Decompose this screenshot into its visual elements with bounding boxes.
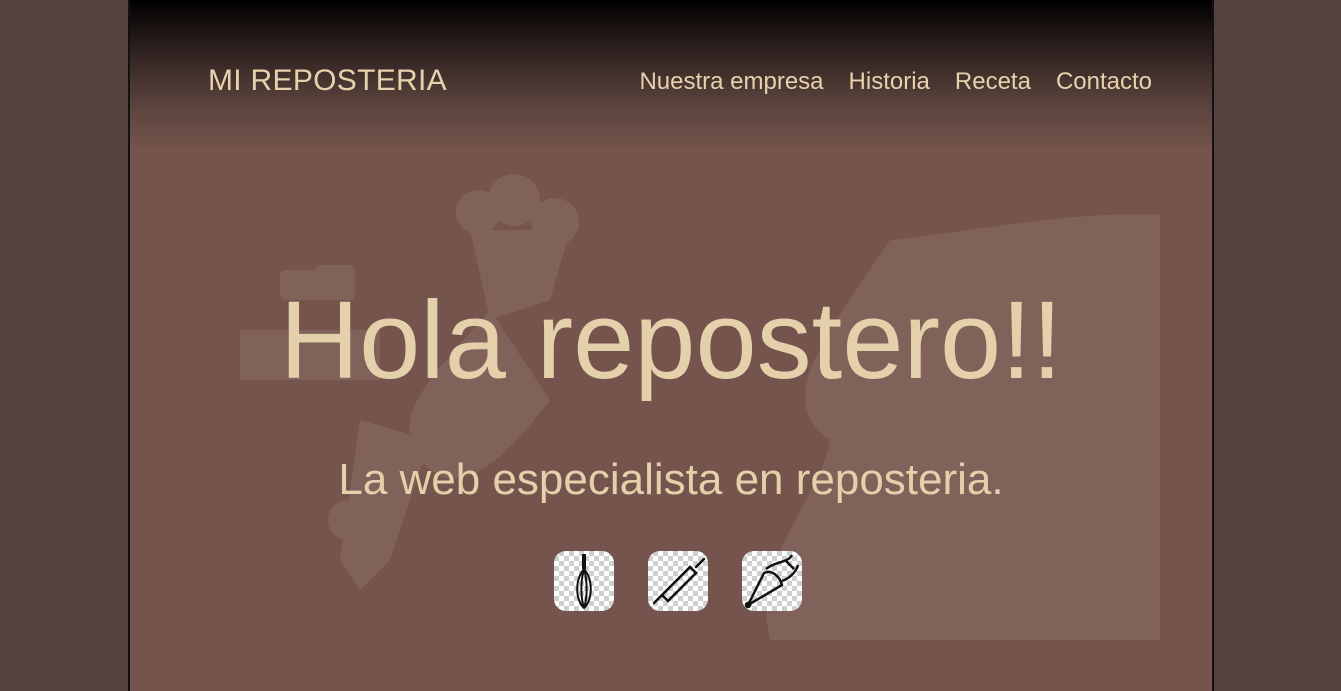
hero-subtitle: La web especialista en reposteria.	[338, 455, 1004, 504]
piping-bag-icon	[744, 554, 800, 609]
main-nav: Nuestra empresa Historia Receta Contacto	[639, 68, 1152, 96]
tool-icons-row	[554, 551, 802, 611]
page-container: MI REPOSTERIA Nuestra empresa Historia R…	[128, 0, 1214, 691]
top-navigation-bar: MI REPOSTERIA Nuestra empresa Historia R…	[130, 0, 1212, 165]
rolling-pin-button[interactable]	[648, 551, 708, 611]
nav-link-contacto[interactable]: Contacto	[1056, 68, 1152, 96]
hero-title: Hola repostero!!	[279, 279, 1063, 402]
whisk-icon	[576, 554, 592, 610]
piping-bag-button[interactable]	[742, 551, 802, 611]
nav-link-receta[interactable]: Receta	[955, 68, 1031, 96]
rolling-pin-icon	[652, 557, 706, 605]
nav-link-nuestra-empresa[interactable]: Nuestra empresa	[639, 68, 823, 96]
site-logo-text[interactable]: MI REPOSTERIA	[208, 64, 447, 98]
nav-link-historia[interactable]: Historia	[849, 68, 930, 96]
whisk-button[interactable]	[554, 551, 614, 611]
